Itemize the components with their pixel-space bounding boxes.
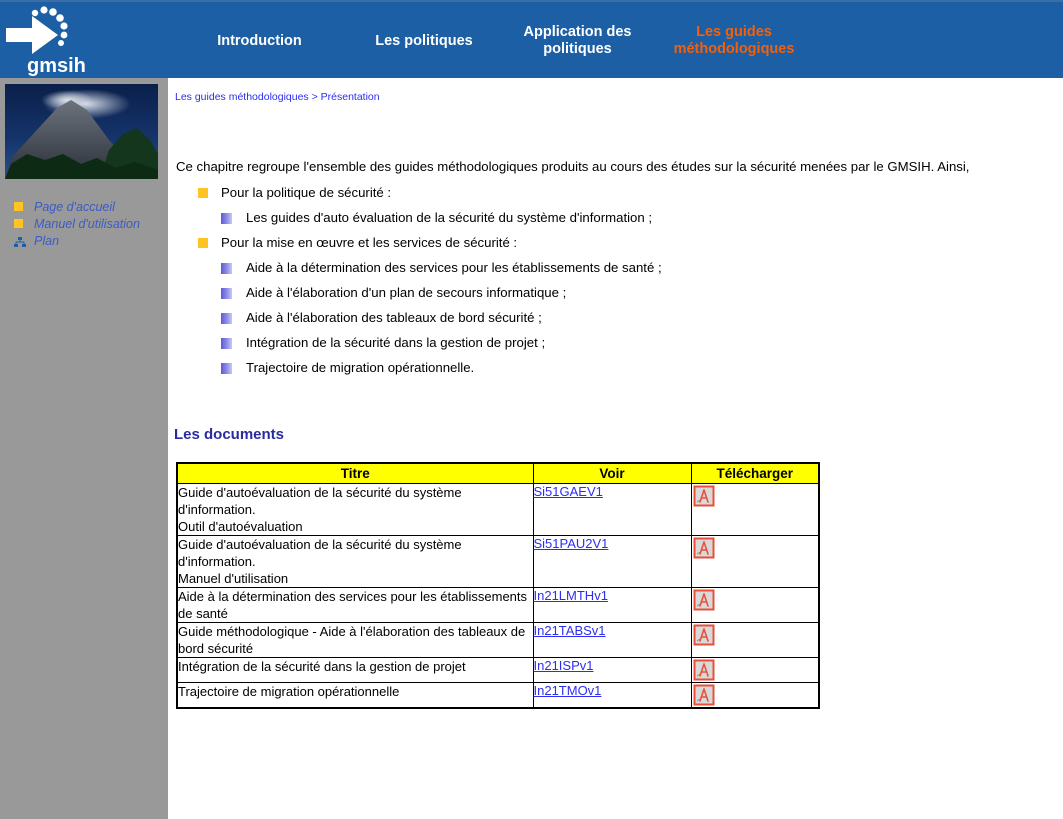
- blue-square-icon: [221, 263, 232, 274]
- cell-document-title: Intégration de la sécurité dans la gesti…: [176, 657, 534, 683]
- cell-download: [690, 535, 820, 588]
- cell-download: [690, 483, 820, 536]
- list-item-label: Intégration de la sécurité dans la gesti…: [246, 335, 546, 350]
- list-item: Les guides d'auto évaluation de la sécur…: [198, 209, 898, 234]
- intro-paragraph: Ce chapitre regroupe l'ensemble des guid…: [176, 159, 970, 175]
- site-header: gmsih Introduction Les politiques Applic…: [0, 0, 1063, 80]
- sitemap-icon: [14, 236, 26, 247]
- sidebar-item-label: Page d'accueil: [34, 199, 115, 214]
- table-row: Aide à la détermination des services pou…: [176, 587, 820, 623]
- documents-table: Titre Voir Télécharger Guide d'autoévalu…: [176, 462, 820, 709]
- cell-document-title: Guide d'autoévaluation de la sécurité du…: [176, 483, 534, 536]
- list-item-label: Pour la mise en œuvre et les services de…: [221, 235, 518, 250]
- pdf-icon[interactable]: [692, 623, 716, 647]
- pdf-icon[interactable]: [692, 484, 716, 508]
- view-link[interactable]: In21LMTHv1: [534, 588, 608, 603]
- svg-text:gmsih: gmsih: [27, 55, 86, 77]
- column-header-voir: Voir: [532, 462, 692, 484]
- yellow-square-icon: [14, 219, 23, 228]
- sidebar-item-label: Manuel d'utilisation: [34, 216, 140, 231]
- pdf-icon[interactable]: [692, 658, 716, 682]
- view-link[interactable]: In21ISPv1: [534, 658, 594, 673]
- nav-item-application-des-politiques[interactable]: Application des politiques: [505, 24, 650, 58]
- sidebar-item-label: Plan: [34, 233, 60, 248]
- pdf-icon[interactable]: [692, 683, 716, 707]
- list-item: Trajectoire de migration opérationnelle.: [198, 359, 898, 384]
- blue-square-icon: [221, 363, 232, 374]
- documents-table-body: Guide d'autoévaluation de la sécurité du…: [176, 483, 820, 709]
- list-item-label: Trajectoire de migration opérationnelle.: [246, 360, 475, 375]
- list-item: Aide à la détermination des services pou…: [198, 259, 898, 284]
- cell-download: [690, 587, 820, 623]
- yellow-square-icon: [198, 188, 208, 198]
- breadcrumb-current: Présentation: [320, 91, 380, 103]
- view-link[interactable]: Si51GAEV1: [534, 484, 603, 499]
- nav-item-introduction[interactable]: Introduction: [176, 33, 343, 50]
- cell-download: [690, 622, 820, 658]
- sidebar-item-manuel-dutilisation[interactable]: Manuel d'utilisation: [14, 215, 164, 232]
- list-item: Aide à l'élaboration des tableaux de bor…: [198, 309, 898, 334]
- cell-document-title: Guide méthodologique - Aide à l'élaborat…: [176, 622, 534, 658]
- sidebar-item-page-daccueil[interactable]: Page d'accueil: [14, 198, 164, 215]
- list-item: Pour la mise en œuvre et les services de…: [198, 234, 898, 259]
- nav-item-les-politiques[interactable]: Les politiques: [343, 33, 505, 50]
- volcano-photo-image: [5, 84, 158, 179]
- cell-view-link: Si51PAU2V1: [532, 535, 692, 588]
- volcano-photo: [5, 84, 158, 179]
- table-row: Intégration de la sécurité dans la gesti…: [176, 657, 820, 683]
- cell-download: [690, 657, 820, 683]
- sidebar-item-plan[interactable]: Plan: [14, 232, 164, 249]
- list-item: Intégration de la sécurité dans la gesti…: [198, 334, 898, 359]
- yellow-square-icon: [14, 202, 23, 211]
- blue-square-icon: [221, 213, 232, 224]
- main-navigation: Introduction Les politiques Application …: [176, 2, 888, 80]
- table-row: Trajectoire de migration opérationnelle …: [176, 682, 820, 709]
- cell-view-link: In21LMTHv1: [532, 587, 692, 623]
- breadcrumb-root[interactable]: Les guides méthodologiques: [175, 91, 309, 103]
- cell-document-title: Aide à la détermination des services pou…: [176, 587, 534, 623]
- table-row: Guide d'autoévaluation de la sécurité du…: [176, 535, 820, 588]
- view-link[interactable]: In21TMOv1: [534, 683, 602, 698]
- blue-square-icon: [221, 338, 232, 349]
- table-row: Guide méthodologique - Aide à l'élaborat…: [176, 622, 820, 658]
- blue-square-icon: [221, 288, 232, 299]
- cell-view-link: In21TMOv1: [532, 682, 692, 709]
- list-item-label: Les guides d'auto évaluation de la sécur…: [246, 210, 653, 225]
- breadcrumb: Les guides méthodologiques > Présentatio…: [175, 91, 380, 103]
- cell-view-link: In21TABSv1: [532, 622, 692, 658]
- view-link[interactable]: In21TABSv1: [534, 623, 606, 638]
- blue-square-icon: [221, 313, 232, 324]
- pdf-icon[interactable]: [692, 588, 716, 612]
- sidebar-links: Page d'accueil Manuel d'utilisation Plan: [14, 198, 164, 249]
- cell-download: [690, 682, 820, 709]
- cell-view-link: In21ISPv1: [532, 657, 692, 683]
- cell-document-title: Guide d'autoévaluation de la sécurité du…: [176, 535, 534, 588]
- view-link[interactable]: Si51PAU2V1: [534, 536, 609, 551]
- guides-bullet-list: Pour la politique de sécurité : Les guid…: [198, 184, 898, 384]
- nav-item-les-guides-methodologiques[interactable]: Les guides méthodologiques: [650, 24, 818, 58]
- section-heading-les-documents: Les documents: [174, 426, 285, 444]
- main-content: Les guides méthodologiques > Présentatio…: [168, 78, 1063, 819]
- list-item: Aide à l'élaboration d'un plan de secour…: [198, 284, 898, 309]
- left-sidebar: Page d'accueil Manuel d'utilisation Plan: [0, 78, 168, 819]
- page-root: gmsih Introduction Les politiques Applic…: [0, 0, 1063, 819]
- yellow-square-icon: [198, 238, 208, 248]
- gmsih-logo[interactable]: gmsih: [0, 2, 96, 80]
- column-header-titre: Titre: [176, 462, 534, 484]
- list-item-label: Aide à la détermination des services pou…: [246, 260, 662, 275]
- column-header-telecharger: Télécharger: [690, 462, 820, 484]
- gmsih-logo-mark: gmsih: [6, 6, 86, 77]
- list-item-label: Pour la politique de sécurité :: [221, 185, 392, 200]
- list-item-label: Aide à l'élaboration des tableaux de bor…: [246, 310, 542, 325]
- list-item: Pour la politique de sécurité :: [198, 184, 898, 209]
- cell-document-title: Trajectoire de migration opérationnelle: [176, 682, 534, 709]
- table-header-row: Titre Voir Télécharger: [176, 462, 820, 484]
- breadcrumb-separator: >: [308, 91, 321, 103]
- pdf-icon[interactable]: [692, 536, 716, 560]
- cell-view-link: Si51GAEV1: [532, 483, 692, 536]
- list-item-label: Aide à l'élaboration d'un plan de secour…: [246, 285, 567, 300]
- table-row: Guide d'autoévaluation de la sécurité du…: [176, 483, 820, 536]
